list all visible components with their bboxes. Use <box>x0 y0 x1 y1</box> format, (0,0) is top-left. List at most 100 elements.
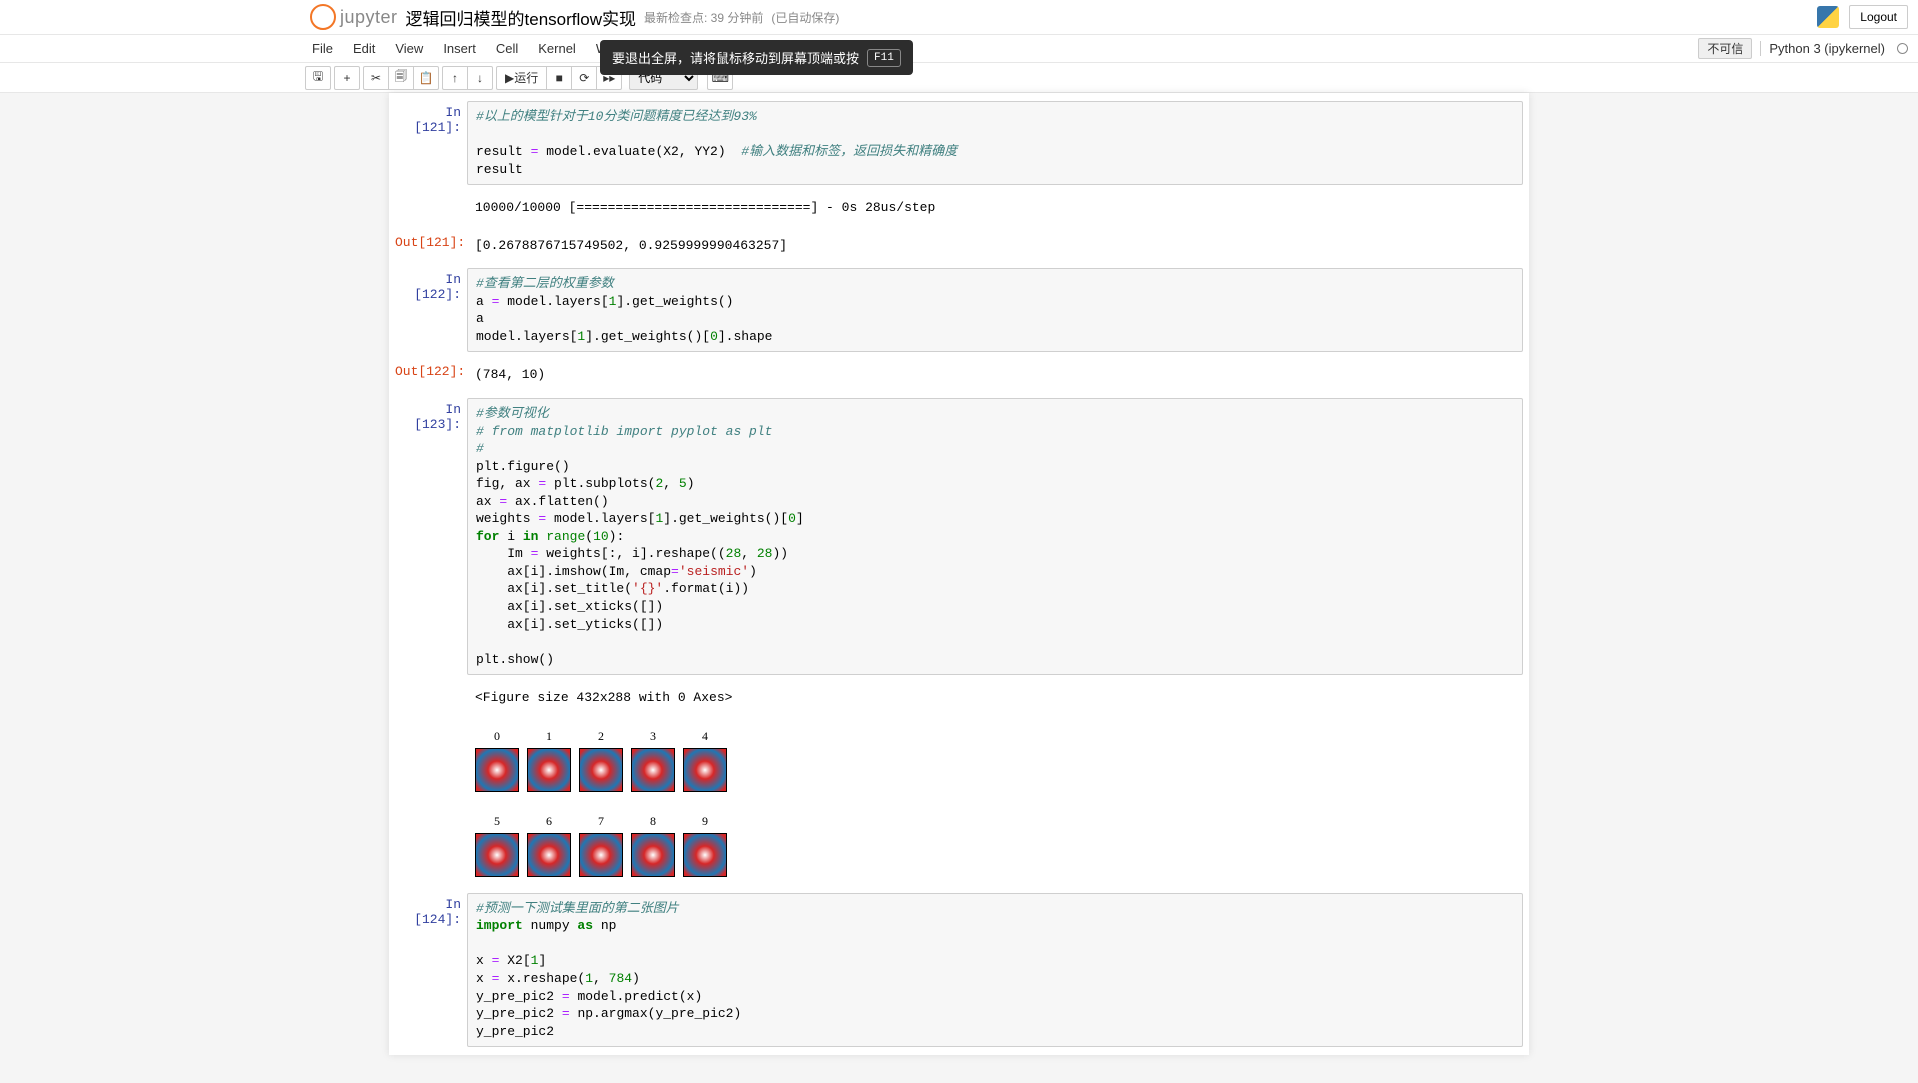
add-cell-button[interactable]: + <box>334 66 360 90</box>
cell-content: #以上的模型针对于10分类问题精度已经达到93% result = model.… <box>467 101 1523 185</box>
output-prompt: Out[121]: <box>395 231 467 261</box>
plot-item: 2 <box>579 729 623 792</box>
menu-view[interactable]: View <box>385 39 433 58</box>
notebook-container: In [121]: #以上的模型针对于10分类问题精度已经达到93% resul… <box>0 93 1918 1083</box>
plot-title: 3 <box>650 729 656 744</box>
f11-key-badge: F11 <box>867 49 901 67</box>
notebook-title[interactable]: 逻辑回归模型的tensorflow实现 <box>406 5 636 30</box>
plot-item: 5 <box>475 814 519 877</box>
code-input[interactable]: #以上的模型针对于10分类问题精度已经达到93% result = model.… <box>467 101 1523 185</box>
python-icon <box>1817 6 1839 28</box>
run-button[interactable]: ▶ 运行 <box>496 66 547 90</box>
plot-title: 9 <box>702 814 708 829</box>
logout-button[interactable]: Logout <box>1849 5 1908 29</box>
plot-item: 4 <box>683 729 727 792</box>
plot-title: 4 <box>702 729 708 744</box>
plot-title: 5 <box>494 814 500 829</box>
plot-item: 3 <box>631 729 675 792</box>
plot-title: 0 <box>494 729 500 744</box>
move-up-button[interactable]: ↑ <box>442 66 468 90</box>
plot-image <box>631 833 675 877</box>
output-cell: Out[122]: (784, 10) <box>389 356 1529 394</box>
code-cell[interactable]: In [122]: #查看第二层的权重参数 a = model.layers[1… <box>389 264 1529 356</box>
edit-group: ✂ 🗐 📋 <box>363 66 439 90</box>
plot-row: 5 6 7 8 9 <box>475 814 1523 877</box>
plot-image <box>527 833 571 877</box>
checkpoint-status: 最新检查点: 39 分钟前 <box>644 9 763 26</box>
input-prompt: In [124]: <box>395 893 467 1047</box>
empty-prompt <box>395 193 467 223</box>
input-prompt: In [122]: <box>395 268 467 352</box>
plot-image <box>683 748 727 792</box>
plot-item: 0 <box>475 729 519 792</box>
notebook: In [121]: #以上的模型针对于10分类问题精度已经达到93% resul… <box>389 93 1529 1055</box>
restart-button[interactable]: ⟳ <box>571 66 597 90</box>
code-cell[interactable]: In [124]: #预测一下测试集里面的第二张图片 import numpy … <box>389 889 1529 1051</box>
kernel-indicator-icon <box>1897 43 1908 54</box>
fullscreen-tooltip: 要退出全屏，请将鼠标移动到屏幕顶端或按 F11 <box>600 40 913 75</box>
save-button[interactable]: 🖫 <box>305 66 331 90</box>
plot-title: 2 <box>598 729 604 744</box>
header-right: Logout <box>1817 5 1908 29</box>
toolbar: 🖫 + ✂ 🗐 📋 ↑ ↓ ▶ 运行 ■ ⟳ ▸▸ 代码 ⌨ <box>0 63 1918 93</box>
plot-item: 1 <box>527 729 571 792</box>
code-cell[interactable]: In [123]: #参数可视化 # from matplotlib impor… <box>389 394 1529 679</box>
code-input[interactable]: #参数可视化 # from matplotlib import pyplot a… <box>467 398 1523 675</box>
menu-file[interactable]: File <box>302 39 343 58</box>
plot-title: 8 <box>650 814 656 829</box>
menu-cell[interactable]: Cell <box>486 39 528 58</box>
cell-content: #查看第二层的权重参数 a = model.layers[1].get_weig… <box>467 268 1523 352</box>
copy-button[interactable]: 🗐 <box>388 66 414 90</box>
plot-title: 1 <box>546 729 552 744</box>
code-input[interactable]: #预测一下测试集里面的第二张图片 import numpy as np x = … <box>467 893 1523 1047</box>
plot-item: 6 <box>527 814 571 877</box>
autosave-status: (已自动保存) <box>771 9 839 26</box>
menubar-right: 不可信 Python 3 (ipykernel) <box>1698 38 1916 59</box>
plot-title: 6 <box>546 814 552 829</box>
stream-output: 10000/10000 [===========================… <box>467 193 1523 223</box>
kernel-name[interactable]: Python 3 (ipykernel) <box>1760 41 1885 56</box>
empty-prompt <box>395 683 467 713</box>
plot-grid: 0 1 2 3 4 5 6 7 8 9 <box>467 721 1523 885</box>
plot-output: 0 1 2 3 4 5 6 7 8 9 <box>467 721 1523 885</box>
plot-item: 8 <box>631 814 675 877</box>
plot-image <box>475 748 519 792</box>
menu-insert[interactable]: Insert <box>433 39 486 58</box>
input-prompt: In [121]: <box>395 101 467 185</box>
header: jupyter 逻辑回归模型的tensorflow实现 最新检查点: 39 分钟… <box>0 0 1918 35</box>
plot-image <box>579 748 623 792</box>
cut-button[interactable]: ✂ <box>363 66 389 90</box>
plot-item: 7 <box>579 814 623 877</box>
output-cell: 0 1 2 3 4 5 6 7 8 9 <box>389 717 1529 889</box>
empty-prompt <box>395 721 467 885</box>
paste-button[interactable]: 📋 <box>413 66 439 90</box>
result-output: [0.2678876715749502, 0.9259999990463257] <box>467 231 1523 261</box>
code-cell[interactable]: In [121]: #以上的模型针对于10分类问题精度已经达到93% resul… <box>389 97 1529 189</box>
plot-title: 7 <box>598 814 604 829</box>
stream-output: <Figure size 432x288 with 0 Axes> <box>467 683 1523 713</box>
cell-content: #预测一下测试集里面的第二张图片 import numpy as np x = … <box>467 893 1523 1047</box>
tooltip-text: 要退出全屏，请将鼠标移动到屏幕顶端或按 <box>612 48 859 67</box>
plot-row: 0 1 2 3 4 <box>475 729 1523 792</box>
code-input[interactable]: #查看第二层的权重参数 a = model.layers[1].get_weig… <box>467 268 1523 352</box>
result-output: (784, 10) <box>467 360 1523 390</box>
logo-text: jupyter <box>340 7 398 28</box>
cell-content: #参数可视化 # from matplotlib import pyplot a… <box>467 398 1523 675</box>
jupyter-icon <box>310 4 336 30</box>
trusted-button[interactable]: 不可信 <box>1698 38 1752 59</box>
jupyter-logo[interactable]: jupyter <box>310 4 398 30</box>
menu-edit[interactable]: Edit <box>343 39 385 58</box>
input-prompt: In [123]: <box>395 398 467 675</box>
output-cell: 10000/10000 [===========================… <box>389 189 1529 227</box>
menubar: File Edit View Insert Cell Kernel Widget… <box>0 35 1918 63</box>
output-cell: <Figure size 432x288 with 0 Axes> <box>389 679 1529 717</box>
plot-image <box>631 748 675 792</box>
move-down-button[interactable]: ↓ <box>467 66 493 90</box>
interrupt-button[interactable]: ■ <box>546 66 572 90</box>
plot-item: 9 <box>683 814 727 877</box>
output-prompt: Out[122]: <box>395 360 467 390</box>
plot-image <box>527 748 571 792</box>
move-group: ↑ ↓ <box>442 66 493 90</box>
run-label: 运行 <box>514 69 538 86</box>
menu-kernel[interactable]: Kernel <box>528 39 586 58</box>
